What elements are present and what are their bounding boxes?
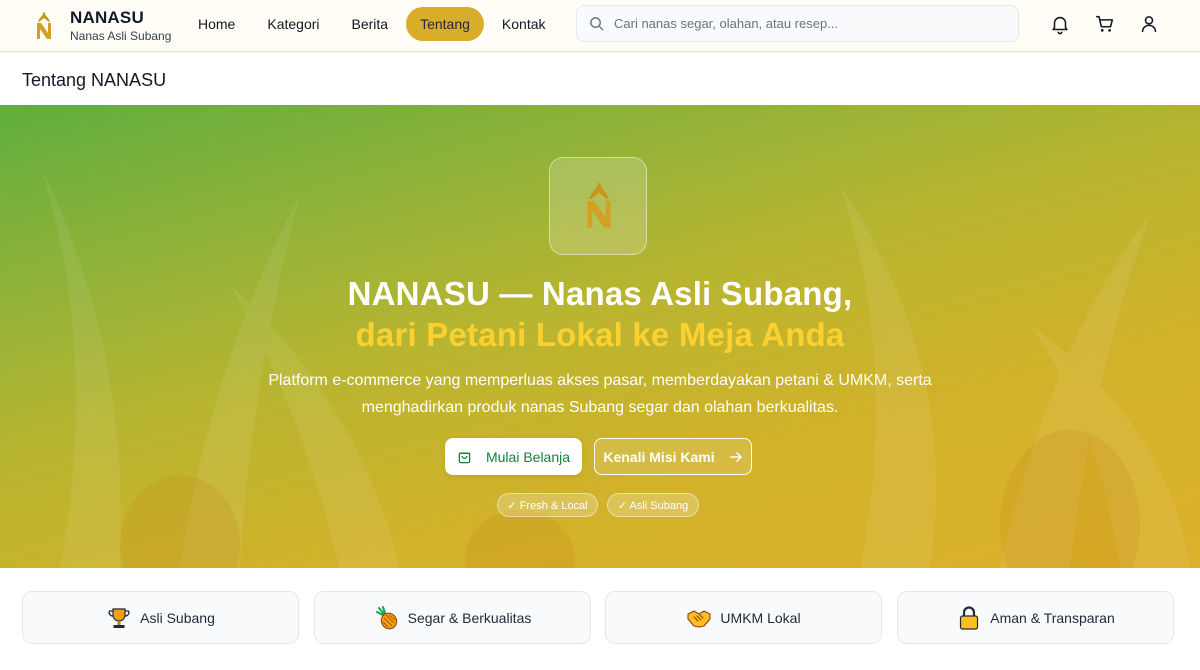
start-shopping-button[interactable]: Mulai Belanja	[445, 438, 582, 475]
nav-berita[interactable]: Berita	[338, 7, 403, 41]
feature-label: Aman & Transparan	[990, 609, 1115, 626]
nav-tentang[interactable]: Tentang	[406, 7, 484, 41]
bell-icon[interactable]	[1049, 13, 1071, 35]
nanasu-logo-icon	[37, 12, 51, 39]
feature-label: Asli Subang	[140, 609, 215, 626]
nav-kontak[interactable]: Kontak	[488, 7, 560, 41]
our-mission-button[interactable]: Kenali Misi Kami	[594, 438, 752, 475]
brand[interactable]: NANASU Nanas Asli Subang	[32, 8, 171, 44]
feature-label: Segar & Berkualitas	[407, 609, 532, 626]
nav-home[interactable]: Home	[184, 7, 249, 41]
search-bar[interactable]	[576, 5, 1019, 42]
user-icon[interactable]	[1138, 13, 1160, 35]
cart-icon[interactable]	[1094, 13, 1116, 35]
pineapple-icon	[375, 605, 397, 629]
trophy-icon	[108, 607, 130, 628]
feature-card-asli-subang: Asli Subang	[22, 591, 299, 644]
lock-icon	[960, 605, 979, 630]
start-shopping-label: Mulai Belanja	[485, 448, 571, 465]
hero-subtitle: dari Petani Lokal ke Meja Anda	[355, 316, 845, 353]
badge-asli-subang: ✓ Asli Subang	[607, 493, 699, 517]
hero-section: NANASU — Nanas Asli Subang, dari Petani …	[0, 105, 1200, 568]
hero-logo-card	[549, 157, 647, 255]
handshake-icon	[687, 609, 711, 628]
search-input[interactable]	[614, 16, 994, 31]
features-strip: Asli Subang Segar & Berkualitas UMKM Lok…	[0, 568, 1200, 670]
nanasu-logo-icon	[587, 183, 611, 228]
main-nav: Home Kategori Berita Tentang Kontak	[184, 7, 564, 41]
feature-card-aman: Aman & Transparan	[897, 591, 1174, 644]
feature-card-segar: Segar & Berkualitas	[314, 591, 591, 644]
top-navbar: NANASU Nanas Asli Subang Home Kategori B…	[0, 0, 1200, 52]
page-title: Tentang NANASU	[22, 70, 167, 90]
hero-title: NANASU — Nanas Asli Subang,	[347, 275, 853, 312]
brand-tagline: Nanas Asli Subang	[70, 29, 172, 43]
arrow-right-icon	[729, 451, 742, 462]
shopping-bag-icon	[458, 452, 471, 464]
feature-card-umkm: UMKM Lokal	[605, 591, 882, 644]
brand-name: NANASU	[70, 8, 144, 27]
hero-description: Platform e-commerce yang memperluas akse…	[268, 372, 932, 416]
feature-label: UMKM Lokal	[720, 609, 801, 626]
our-mission-label: Kenali Misi Kami	[603, 448, 715, 465]
search-icon	[590, 17, 604, 31]
page-title-bar: Tentang NANASU	[0, 53, 1200, 105]
nav-kategori[interactable]: Kategori	[253, 7, 333, 41]
badge-fresh-local: ✓ Fresh & Local	[497, 493, 598, 517]
